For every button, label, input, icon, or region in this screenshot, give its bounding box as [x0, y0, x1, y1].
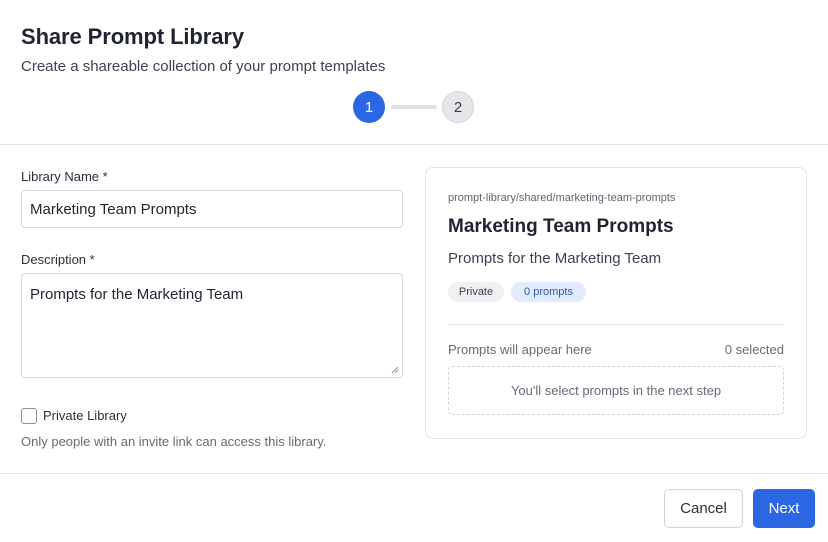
- private-library-checkbox[interactable]: [21, 408, 37, 424]
- description-textarea[interactable]: Prompts for the Marketing Team: [21, 273, 403, 378]
- prompts-placeholder-note: Prompts will appear here: [448, 342, 592, 357]
- prompts-dropzone: You'll select prompts in the next step: [448, 366, 784, 415]
- library-name-label: Library Name *: [21, 169, 108, 184]
- preview-divider: [448, 324, 784, 325]
- resize-grip-icon[interactable]: [391, 366, 399, 374]
- dialog-footer: Cancel Next: [0, 473, 828, 542]
- preview-description: Prompts for the Marketing Team: [448, 250, 662, 267]
- share-library-dialog: Share Prompt Library Create a shareable …: [0, 0, 828, 542]
- library-name-input[interactable]: [21, 190, 403, 228]
- prompt-count-badge: 0 prompts: [511, 282, 586, 302]
- privacy-badge: Private: [448, 282, 504, 302]
- dialog-header: Share Prompt Library Create a shareable …: [0, 0, 828, 145]
- stepper-connector: [391, 105, 437, 109]
- dialog-title: Share Prompt Library: [21, 24, 244, 49]
- dialog-subtitle: Create a shareable collection of your pr…: [21, 58, 386, 75]
- preview-path: prompt-library/shared/marketing-team-pro…: [448, 192, 676, 204]
- private-library-label[interactable]: Private Library: [43, 408, 127, 423]
- next-button[interactable]: Next: [753, 489, 815, 528]
- description-label: Description *: [21, 252, 95, 267]
- step-2-indicator: 2: [443, 92, 473, 122]
- private-library-helper: Only people with an invite link can acce…: [21, 434, 327, 449]
- preview-title: Marketing Team Prompts: [448, 216, 674, 237]
- description-text: Prompts for the Marketing Team: [30, 286, 244, 303]
- library-preview-card: prompt-library/shared/marketing-team-pro…: [425, 167, 807, 439]
- stepper: 1 2: [354, 92, 474, 122]
- cancel-button[interactable]: Cancel: [664, 489, 743, 528]
- dropzone-text: You'll select prompts in the next step: [510, 383, 722, 398]
- selected-count: 0 selected: [724, 342, 784, 357]
- step-1-indicator: 1: [354, 92, 384, 122]
